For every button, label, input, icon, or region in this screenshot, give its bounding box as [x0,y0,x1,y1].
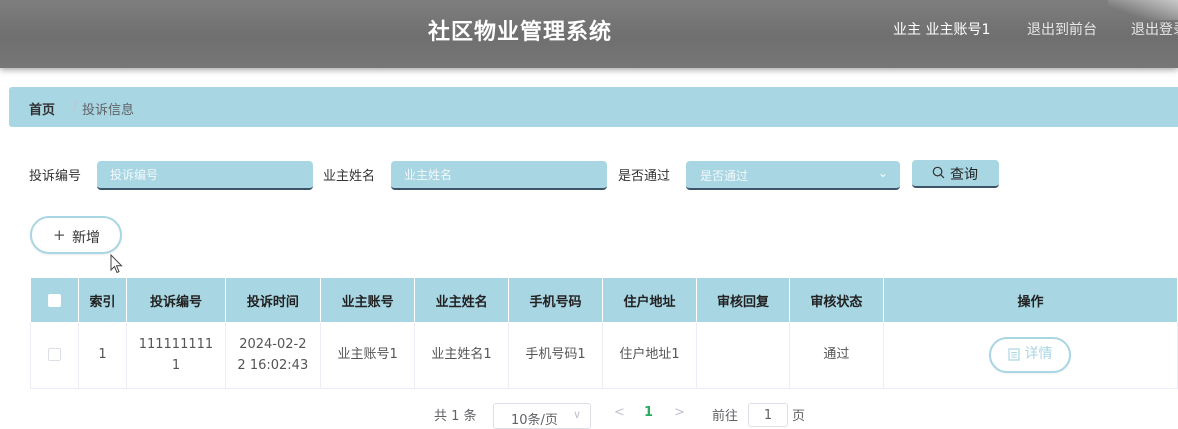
table-header-row: 索引 投诉编号 投诉时间 业主账号 业主姓名 手机号码 住户地址 审核回复 审核… [30,278,1178,322]
pagination-total: 共 1 条 [434,409,477,424]
owner-name-input[interactable] [391,161,607,190]
exit-to-front-link[interactable]: 退出到前台 [1027,19,1097,39]
cell-complaint-no-line2: 1 [171,357,181,373]
goto-suffix: 页 [792,409,806,424]
column-header: 业主账号 [320,278,416,322]
column-header: 投诉编号 [126,278,226,322]
page-number-current[interactable]: 1 [644,405,653,420]
select-all-checkbox[interactable] [47,293,61,307]
breadcrumb-current: 投诉信息 [82,103,135,118]
goto-page-input[interactable] [748,403,788,427]
query-button-label: 查询 [950,167,978,183]
column-header: 审核回复 [696,278,790,322]
add-button[interactable]: + 新增 [30,216,122,254]
column-header: 投诉时间 [225,278,322,322]
column-header: 住户地址 [602,278,697,322]
cell-review-reply [696,322,790,389]
complaint-no-input[interactable] [97,161,313,190]
mouse-cursor-icon [110,254,123,274]
cell-phone: 手机号码1 [508,322,603,389]
passed-select[interactable]: 是否通过 ⌄ [686,161,900,190]
detail-button-label: 详情 [1024,346,1053,363]
cell-review-status: 通过 [789,322,884,389]
query-button[interactable]: 查询 [912,160,999,188]
add-button-label: 新增 [72,230,100,246]
cell-time-line1: 2024-02-2 [239,336,307,352]
next-page-button[interactable]: > [674,405,685,420]
cell-complaint-no-line1: 111111111 [138,336,214,352]
cell-time: 2024-02-2 2 16:02:43 [225,322,322,389]
column-header: 操作 [883,278,1178,322]
cell-owner-name: 业主姓名1 [414,322,510,389]
passed-select-placeholder: 是否通过 [700,169,749,183]
complaint-no-label: 投诉编号 [29,169,82,184]
page-size-select[interactable]: 10条/页 ∨ [493,403,591,429]
row-select-cell[interactable] [30,322,79,389]
cell-complaint-no: 111111111 1 [126,322,226,389]
table-row: 1 111111111 1 2024-02-2 2 16:02:43 业主账号1… [30,322,1178,389]
owner-name-label: 业主姓名 [323,169,376,184]
breadcrumb-separator: / [73,99,78,114]
breadcrumb: 首页 / 投诉信息 [9,87,1178,127]
plus-icon: + [53,226,66,244]
complaint-table: 索引 投诉编号 投诉时间 业主账号 业主姓名 手机号码 住户地址 审核回复 审核… [30,278,1178,389]
chevron-down-icon: ⌄ [877,166,888,180]
search-icon [932,166,945,179]
row-checkbox[interactable] [47,348,61,362]
header-decoration [1108,0,1178,20]
passed-label: 是否通过 [618,169,671,184]
app-title: 社区物业管理系统 [427,20,612,45]
column-header: 审核状态 [789,278,884,322]
detail-button[interactable]: 详情 [989,336,1072,373]
top-header: 社区物业管理系统 业主 业主账号1 退出到前台 退出登录 [0,0,1178,68]
chevron-down-icon: ∨ [572,408,581,421]
cell-time-line2: 2 16:02:43 [237,357,309,373]
cell-actions: 详情 [883,322,1178,389]
cell-address: 住户地址1 [602,322,697,389]
current-user: 业主 业主账号1 [893,22,991,38]
column-header: 手机号码 [508,278,603,322]
prev-page-button[interactable]: < [614,405,625,420]
cell-owner-account: 业主账号1 [320,322,416,389]
breadcrumb-home[interactable]: 首页 [29,99,55,118]
document-icon [1008,348,1021,361]
logout-link[interactable]: 退出登录 [1131,19,1178,39]
column-header: 索引 [78,278,128,322]
select-all-header[interactable] [30,278,79,322]
cell-index: 1 [78,322,128,389]
column-header: 业主姓名 [414,278,510,322]
goto-prefix: 前往 [712,409,739,424]
page-size-value: 10条/页 [511,413,558,428]
